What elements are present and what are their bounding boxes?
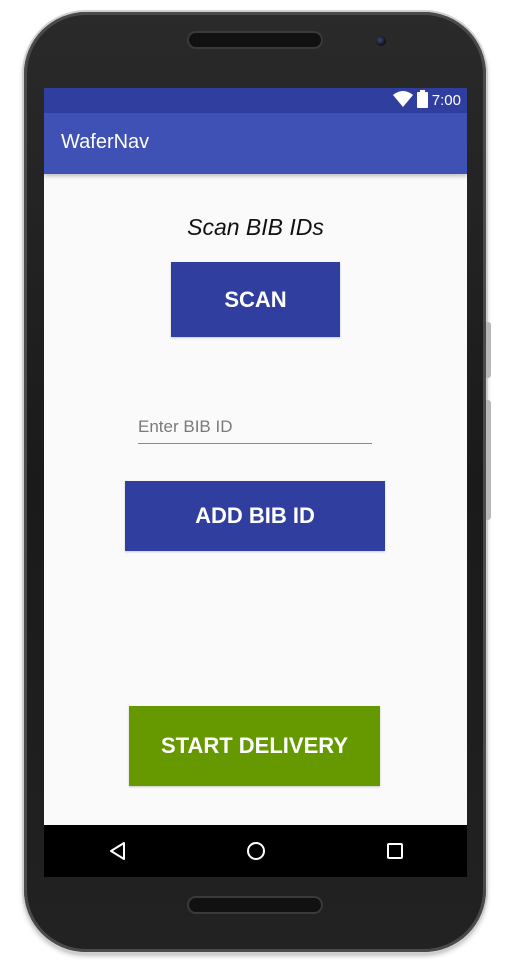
app-title: WaferNav: [61, 131, 150, 153]
status-icons: 7:00: [392, 89, 461, 112]
bib-id-input[interactable]: [138, 411, 372, 444]
status-bar: 7:00: [44, 88, 467, 113]
battery-icon: [416, 89, 428, 112]
scan-button[interactable]: SCAN: [171, 262, 340, 337]
add-bib-id-button[interactable]: ADD BIB ID: [125, 481, 385, 551]
front-camera: [376, 36, 386, 46]
power-button: [486, 400, 491, 520]
volume-button: [486, 322, 491, 378]
top-speaker: [189, 33, 321, 47]
status-time: 7:00: [431, 92, 461, 109]
bottom-speaker: [189, 898, 321, 912]
start-delivery-button[interactable]: START DELIVERY: [129, 706, 380, 786]
main-content: Scan BIB IDs SCAN ADD BIB ID START DELIV…: [44, 174, 467, 825]
device-screen: 7:00 WaferNav Scan BIB IDs SCAN ADD BIB …: [44, 88, 467, 877]
back-icon[interactable]: [104, 838, 130, 864]
app-bar: WaferNav: [44, 113, 467, 174]
scan-label: Scan BIB IDs: [187, 214, 324, 240]
recents-icon[interactable]: [382, 838, 408, 864]
navigation-bar: [44, 825, 467, 877]
wifi-icon: [392, 90, 413, 111]
home-icon[interactable]: [243, 838, 269, 864]
